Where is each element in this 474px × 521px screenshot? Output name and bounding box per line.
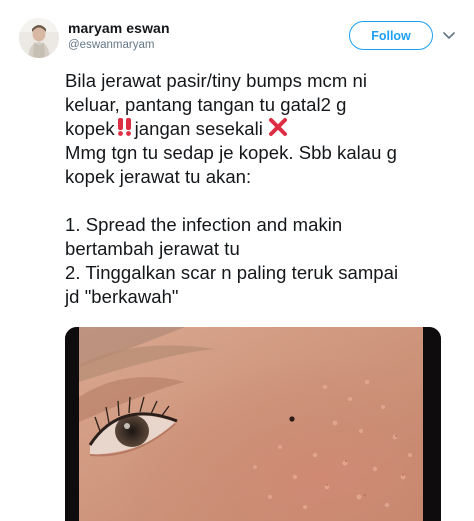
face-closeup-photo <box>65 327 441 521</box>
avatar[interactable] <box>19 18 59 58</box>
chevron-down-icon[interactable] <box>441 28 457 44</box>
tweet-line: Bila jerawat pasir/tiny bumps mcm ni <box>65 70 368 91</box>
tweet-line: kopek jerawat tu akan: <box>65 166 252 187</box>
user-handle[interactable]: @eswanmaryam <box>68 39 154 51</box>
cross-mark-icon <box>268 117 288 143</box>
follow-button[interactable]: Follow <box>349 21 433 50</box>
tweet-line: bertambah jerawat tu <box>65 238 240 259</box>
avatar-photo-icon <box>19 18 59 58</box>
tweet-text: Bila jerawat pasir/tiny bumps mcm ni kel… <box>65 69 470 309</box>
tweet-line-emoji-1: kopek jangan sesekali <box>65 117 470 141</box>
tweet-line: jd "berkawah" <box>65 286 179 307</box>
display-name[interactable]: maryam eswan <box>68 20 170 36</box>
tweet-line: Mmg tgn tu sedap je kopek. Sbb kalau g <box>65 142 398 163</box>
tweet-line: 1. Spread the infection and makin <box>65 214 343 235</box>
tweet-card: maryam eswan @eswanmaryam Follow Bila je… <box>0 0 474 521</box>
tweet-header: maryam eswan @eswanmaryam Follow <box>0 0 474 66</box>
tweet-line: jangan sesekali <box>134 118 263 139</box>
tweet-line: 2. Tinggalkan scar n paling teruk sampai <box>65 262 399 283</box>
tweet-media-photo[interactable] <box>65 327 441 521</box>
tweet-line: kopek <box>65 118 115 139</box>
tweet-line: keluar, pantang tangan tu gatal2 g <box>65 94 347 115</box>
double-exclamation-icon <box>115 117 135 143</box>
